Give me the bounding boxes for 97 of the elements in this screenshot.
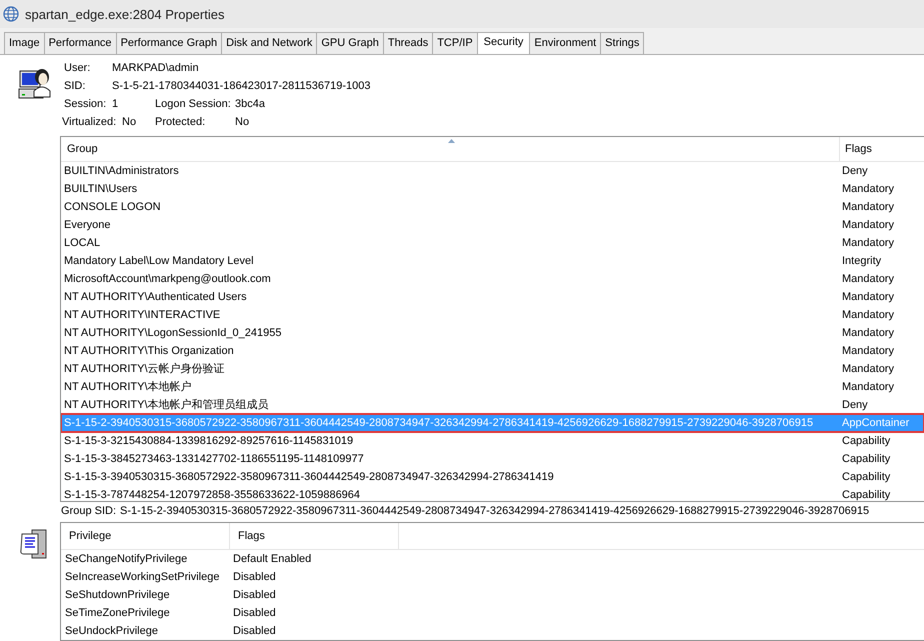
group-row[interactable]: Mandatory Label\Low Mandatory Level Integrity — [61, 252, 924, 270]
privilege-flags: Disabled — [233, 570, 276, 585]
session-value: 1 — [112, 97, 120, 111]
group-name: LOCAL — [63, 236, 102, 251]
field-label: Logon Session: — [155, 97, 232, 111]
privilege-flags: Disabled — [233, 606, 276, 621]
tab[interactable]: Image — [4, 32, 45, 54]
group-name: S-1-15-2-3940530315-3680572922-3580967311-3604442549-2808734947-326342994-2786341419-4256926629-1688279915-2739229046-3928706915 — [63, 416, 814, 431]
logon-session-value: 3bc4a — [235, 97, 265, 111]
column-header[interactable]: Privilege — [61, 523, 230, 549]
group-name: S-1-15-3-3215430884-1339816292-89257616-1145831019 — [63, 434, 354, 449]
group-name: BUILTIN\Administrators — [63, 164, 180, 179]
privilege-name: SeIncreaseWorkingSetPrivilege — [64, 570, 220, 585]
window-title: spartan_edge.exe:2804 Properties — [25, 6, 224, 22]
group-flags: Mandatory — [842, 200, 894, 215]
group-flags: Mandatory — [842, 380, 894, 395]
group-name: NT AUTHORITY\本地帐户 — [63, 380, 193, 395]
sort-arrow-icon — [448, 139, 455, 143]
group-flags: Deny — [842, 164, 868, 179]
group-sid-label: Group SID: — [61, 504, 118, 519]
tab[interactable]: Security — [476, 32, 530, 54]
group-flags: Capability — [842, 434, 890, 449]
group-row[interactable]: Everyone Mandatory — [61, 216, 924, 234]
group-flags: Capability — [842, 452, 890, 467]
privilege-flags: Default Enabled — [233, 552, 312, 567]
privilege-name: SeShutdownPrivilege — [64, 588, 171, 603]
field-label: SID: — [64, 79, 86, 93]
group-row[interactable]: NT AUTHORITY\云帐户身份验证 Mandatory — [61, 360, 924, 378]
column-header[interactable]: Flags — [230, 523, 399, 549]
group-row[interactable]: CONSOLE LOGON Mandatory — [61, 198, 924, 216]
group-name: NT AUTHORITY\本地帐户和管理员组成员 — [63, 398, 270, 413]
group-row[interactable]: NT AUTHORITY\This Organization Mandatory — [61, 342, 924, 360]
group-row[interactable]: NT AUTHORITY\本地帐户 Mandatory — [61, 378, 924, 396]
group-flags: Mandatory — [842, 326, 894, 341]
column-header[interactable]: Flags — [840, 137, 924, 161]
group-row[interactable]: MicrosoftAccount\markpeng@outlook.com Mandatory — [61, 270, 924, 288]
sid-value: S-1-5-21-1780344031-186423017-2811536719-1003 — [112, 79, 371, 93]
tab[interactable]: Threads — [382, 32, 434, 54]
group-flags: Integrity — [842, 254, 882, 269]
group-name: S-1-15-3-787448254-1207972858-3558633622-1059886964 — [63, 488, 362, 501]
privilege-flags: Disabled — [233, 624, 276, 639]
group-name: CONSOLE LOGON — [63, 200, 162, 215]
user-value: MARKPAD\admin — [112, 61, 200, 75]
group-name: NT AUTHORITY\This Organization — [63, 344, 235, 359]
group-row[interactable]: NT AUTHORITY\INTERACTIVE Mandatory — [61, 306, 924, 324]
group-name: NT AUTHORITY\INTERACTIVE — [63, 308, 222, 323]
group-name: S-1-15-3-3940530315-3680572922-3580967311-3604442549-2808734947-326342994-2786341419 — [63, 470, 555, 485]
field-label: Protected: — [155, 115, 206, 129]
privilege-name: SeChangeNotifyPrivilege — [64, 552, 188, 567]
group-name: BUILTIN\Users — [63, 182, 138, 197]
group-flags: AppContainer — [842, 416, 910, 431]
virtualized-value: No — [122, 115, 138, 129]
tab[interactable]: Environment — [529, 32, 602, 54]
group-flags: Mandatory — [842, 362, 894, 377]
group-name: NT AUTHORITY\LogonSessionId_0_241955 — [63, 326, 282, 341]
group-flags: Capability — [842, 470, 890, 485]
group-flags: Mandatory — [842, 290, 894, 305]
group-flags: Mandatory — [842, 344, 894, 359]
group-row[interactable]: S-1-15-3-787448254-1207972858-3558633622-1059886964 Capability — [61, 486, 924, 501]
group-row[interactable]: NT AUTHORITY\Authenticated Users Mandatory — [61, 288, 924, 306]
group-row[interactable]: S-1-15-3-3845273463-1331427702-1186551195-1148109977 Capability — [61, 450, 924, 468]
field-label: User: — [64, 61, 92, 75]
group-name: MicrosoftAccount\markpeng@outlook.com — [63, 272, 272, 287]
group-flags: Mandatory — [842, 218, 894, 233]
group-flags: Mandatory — [842, 236, 894, 251]
group-row[interactable]: S-1-15-3-3940530315-3680572922-3580967311-3604442549-2808734947-326342994-2786341419 Capability — [61, 468, 924, 486]
globe-icon — [3, 6, 19, 22]
group-row[interactable]: NT AUTHORITY\LogonSessionId_0_241955 Mandatory — [61, 324, 924, 342]
protected-value: No — [235, 115, 250, 129]
group-sid-value: S-1-15-2-3940530315-3680572922-3580967311-3604442549-2808734947-326342994-2786341419-4256926629-1688279915-2739229046-3928706915 — [120, 505, 870, 517]
field-label: Session: — [64, 97, 108, 111]
group-row[interactable]: NT AUTHORITY\本地帐户和管理员组成员 Deny — [61, 396, 924, 414]
group-flags: Deny — [842, 398, 868, 413]
tab[interactable]: GPU Graph — [316, 32, 384, 54]
field-label: Virtualized: — [62, 115, 118, 129]
group-flags: Mandatory — [842, 308, 894, 323]
tab[interactable]: Strings — [600, 32, 644, 54]
tab[interactable]: Performance — [44, 32, 117, 54]
group-name: Everyone — [63, 218, 112, 233]
group-flags: Mandatory — [842, 182, 894, 197]
privilege-flags: Disabled — [233, 588, 276, 603]
tab[interactable]: TCP/IP — [432, 32, 478, 54]
user-computer-icon — [18, 67, 52, 101]
privilege-name: SeTimeZonePrivilege — [64, 606, 171, 621]
group-name: S-1-15-3-3845273463-1331427702-1186551195-1148109977 — [63, 452, 365, 467]
group-row[interactable]: BUILTIN\Administrators Deny — [61, 162, 924, 180]
group-flags: Mandatory — [842, 272, 894, 287]
group-name: NT AUTHORITY\云帐户身份验证 — [63, 362, 226, 377]
group-flags: Capability — [842, 488, 890, 501]
group-row[interactable]: S-1-15-3-3215430884-1339816292-89257616-1145831019 Capability — [61, 432, 924, 450]
group-name: Mandatory Label\Low Mandatory Level — [63, 254, 255, 269]
tab[interactable]: Performance Graph — [116, 32, 222, 54]
group-name: NT AUTHORITY\Authenticated Users — [63, 290, 248, 305]
privilege-name: SeUndockPrivilege — [64, 624, 159, 639]
tab[interactable]: Disk and Network — [221, 32, 318, 54]
group-row[interactable]: LOCAL Mandatory — [61, 234, 924, 252]
group-row[interactable]: BUILTIN\Users Mandatory — [61, 180, 924, 198]
